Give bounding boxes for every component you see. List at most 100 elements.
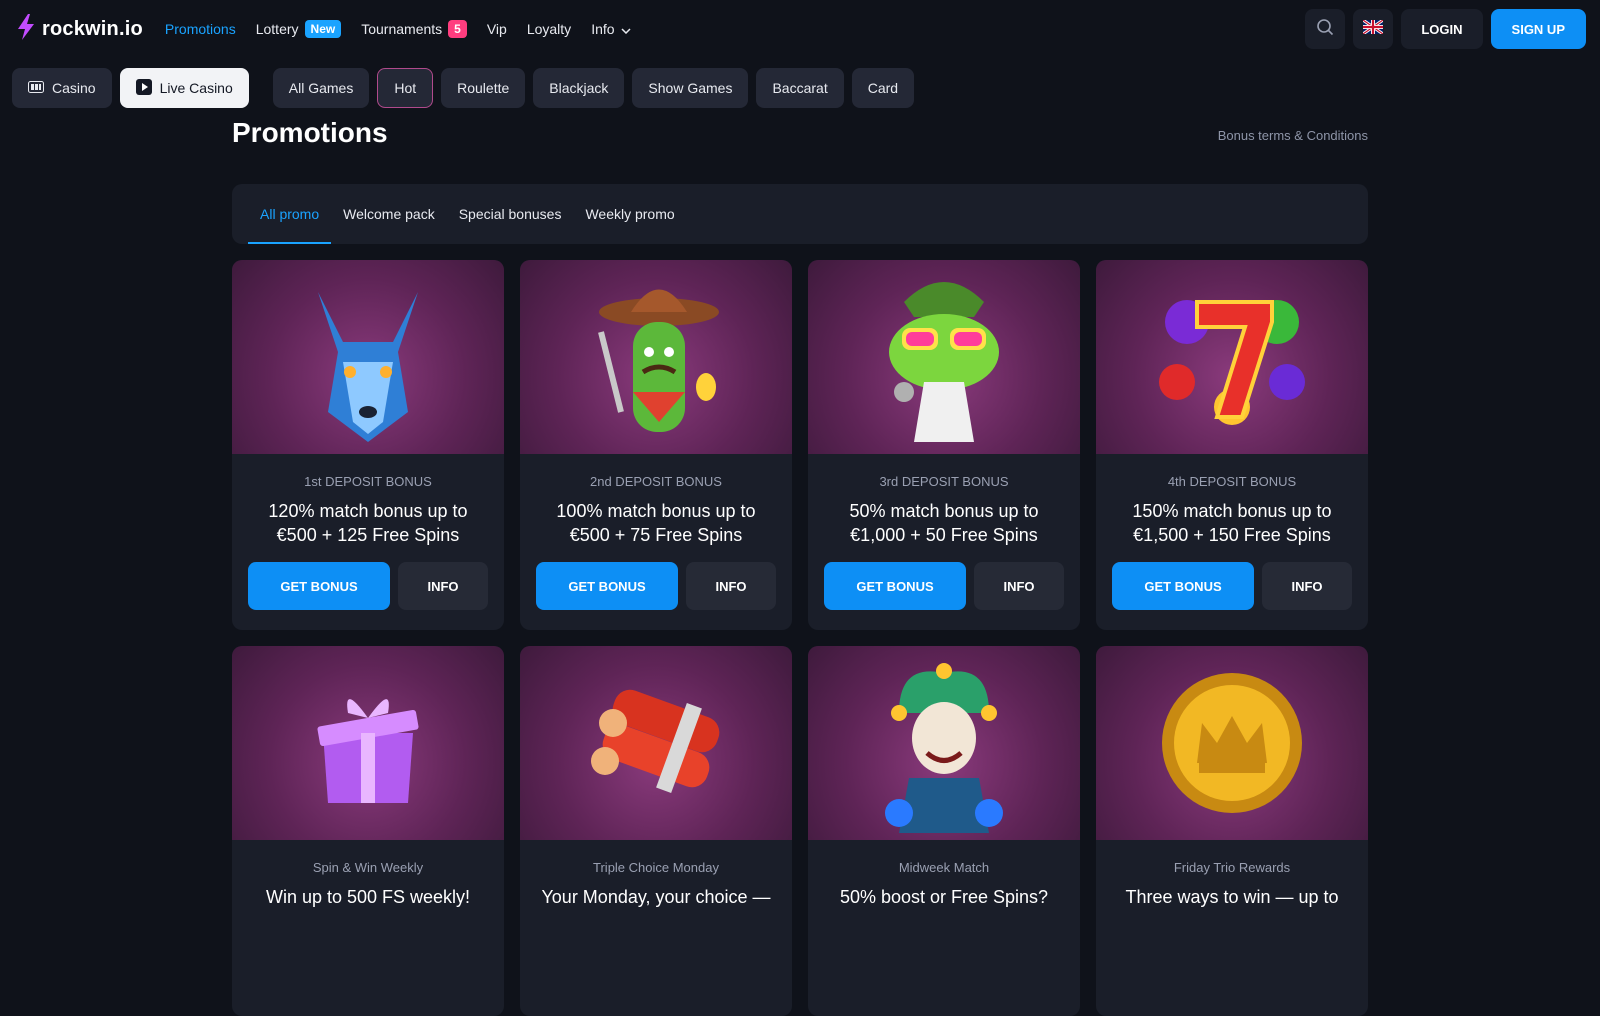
get-bonus-button[interactable]: GET BONUS	[536, 562, 678, 610]
info-button[interactable]: INFO	[974, 562, 1064, 610]
category-roulette[interactable]: Roulette	[441, 68, 526, 108]
promo-title: 100% match bonus up to €500 + 75 Free Spi…	[536, 499, 776, 547]
promo-label: Midweek Match	[898, 860, 990, 875]
tab-all-promo[interactable]: All promo	[248, 184, 332, 244]
promo-title-line: 120% match bonus up to	[268, 501, 468, 521]
category-all-games[interactable]: All Games	[272, 68, 370, 108]
promo-title: Three ways to win — up to	[1125, 887, 1339, 907]
promo-card: Midweek Match 50% boost or Free Spins?	[808, 646, 1080, 1016]
lightning-logo-icon	[16, 13, 36, 45]
promo-title: Your Monday, your choice —	[541, 887, 771, 907]
gift-box-icon	[317, 699, 419, 803]
promo-title-line: €1,000 + 50 Free Spins	[850, 525, 1038, 545]
promo-label: Triple Choice Monday	[593, 860, 719, 875]
wolf-icon	[318, 292, 418, 442]
search-icon	[1316, 18, 1334, 41]
bonus-terms-link[interactable]: Bonus terms & Conditions	[1218, 128, 1368, 143]
promo-title-line: €500 + 75 Free Spins	[569, 525, 743, 545]
promo-image-gift-box	[232, 646, 504, 840]
promo-title-line: 50% match bonus up to	[849, 501, 1039, 521]
nav-info[interactable]: Info	[591, 21, 631, 37]
lucky-seven-icon	[1159, 300, 1305, 425]
nav-loyalty[interactable]: Loyalty	[527, 21, 571, 37]
promo-label: 3rd DEPOSIT BONUS	[879, 474, 1009, 489]
promo-label: Spin & Win Weekly	[312, 860, 424, 875]
promo-title-line: 150% match bonus up to	[1132, 501, 1332, 521]
get-bonus-button[interactable]: GET BONUS	[1112, 562, 1254, 610]
info-button[interactable]: INFO	[1262, 562, 1352, 610]
jester-icon	[885, 663, 1003, 833]
search-button[interactable]	[1305, 9, 1346, 49]
category-blackjack[interactable]: Blackjack	[533, 68, 625, 108]
play-icon	[135, 78, 152, 98]
tab-weekly-promo[interactable]: Weekly promo	[573, 184, 686, 244]
promo-card: 3rd DEPOSIT BONUS 50% match bonus up to €…	[808, 260, 1080, 630]
tab-special-bonuses[interactable]: Special bonuses	[447, 184, 574, 244]
language-button[interactable]	[1353, 9, 1394, 49]
promo-label: 4th DEPOSIT BONUS	[1167, 474, 1297, 489]
category-show-games[interactable]: Show Games	[632, 68, 749, 108]
promo-title: Win up to 500 FS weekly!	[265, 887, 471, 907]
nav-promotions-label: Promotions	[164, 21, 236, 37]
get-bonus-button[interactable]: GET BONUS	[248, 562, 390, 610]
live-casino-toggle[interactable]: Live Casino	[119, 68, 249, 108]
category-baccarat[interactable]: Baccarat	[756, 68, 844, 108]
dynamite-icon	[591, 689, 720, 794]
casino-icon	[28, 80, 44, 96]
live-casino-label: Live Casino	[159, 80, 233, 96]
info-button[interactable]: INFO	[686, 562, 776, 610]
get-bonus-button[interactable]: GET BONUS	[824, 562, 966, 610]
logo[interactable]: rockwin.io	[16, 13, 143, 45]
promo-card: 2nd DEPOSIT BONUS 100% match bonus up to…	[520, 260, 792, 630]
top-bar: rockwin.io Promotions Lottery New Tournam…	[0, 0, 1600, 58]
promo-title-line: 100% match bonus up to	[556, 501, 756, 521]
category-hot[interactable]: Hot	[377, 68, 434, 108]
nav-info-label: Info	[591, 21, 615, 37]
frog-singer-icon	[889, 282, 999, 442]
nav-lottery-label: Lottery	[255, 21, 299, 37]
nav-tournaments-label: Tournaments	[361, 21, 443, 37]
promo-card: Triple Choice Monday Your Monday, your c…	[520, 646, 792, 1016]
new-badge: New	[304, 20, 342, 38]
casino-label: Casino	[52, 80, 96, 96]
brand-name: rockwin.io	[42, 17, 143, 40]
promo-card: Spin & Win Weekly Win up to 500 FS weekl…	[232, 646, 504, 1016]
promo-grid: 1st DEPOSIT BONUS 120% match bonus up to…	[232, 260, 1368, 1016]
promo-card: 1st DEPOSIT BONUS 120% match bonus up to…	[232, 260, 504, 630]
promo-image-wolf	[232, 260, 504, 454]
promo-tabs: All promo Welcome pack Special bonuses W…	[232, 184, 1368, 244]
crown-coin-icon	[1162, 673, 1302, 813]
promo-title: 50% match bonus up to €1,000 + 50 Free Sp…	[824, 499, 1064, 547]
signup-button[interactable]: SIGN UP	[1490, 9, 1586, 49]
promo-image-lucky-seven	[1096, 260, 1368, 454]
nav-lottery[interactable]: Lottery New	[256, 20, 342, 38]
nav-vip[interactable]: Vip	[487, 21, 507, 37]
nav-loyalty-label: Loyalty	[526, 21, 572, 37]
nav-vip-label: Vip	[486, 21, 507, 37]
promo-label: 2nd DEPOSIT BONUS	[590, 474, 722, 489]
info-button[interactable]: INFO	[398, 562, 488, 610]
nav-tournaments[interactable]: Tournaments 5	[361, 20, 467, 38]
chevron-down-icon	[621, 21, 631, 37]
promo-image-jester	[808, 646, 1080, 840]
promo-title-line: €500 + 125 Free Spins	[276, 525, 460, 545]
main-nav: Promotions Lottery New Tournaments 5 Vip L…	[165, 20, 631, 38]
casino-toggle[interactable]: Casino	[12, 68, 112, 108]
promo-label: 1st DEPOSIT BONUS	[304, 474, 432, 489]
category-bar: Casino Live Casino All Games Hot Roulett…	[12, 68, 915, 108]
login-button[interactable]: LOGIN	[1401, 9, 1483, 49]
tab-welcome-pack[interactable]: Welcome pack	[331, 184, 447, 244]
promo-title: 120% match bonus up to €500 + 125 Free Sp…	[248, 499, 488, 547]
promo-image-crown-coin	[1096, 646, 1368, 840]
promo-title: 50% boost or Free Spins?	[839, 887, 1049, 907]
promo-card: Friday Trio Rewards Three ways to win — …	[1096, 646, 1368, 1016]
tournaments-count-badge: 5	[448, 20, 467, 38]
nav-promotions[interactable]: Promotions	[165, 21, 236, 37]
promo-label: Friday Trio Rewards	[1173, 860, 1291, 875]
promo-card: 4th DEPOSIT BONUS 150% match bonus up to…	[1096, 260, 1368, 630]
promo-image-cactus-cowboy	[520, 260, 792, 454]
promo-title: 150% match bonus up to €1,500 + 150 Free …	[1112, 499, 1352, 547]
category-card[interactable]: Card	[851, 68, 915, 108]
promo-title-line: €1,500 + 150 Free Spins	[1133, 525, 1331, 545]
header-actions: LOGIN SIGN UP	[1305, 9, 1586, 49]
